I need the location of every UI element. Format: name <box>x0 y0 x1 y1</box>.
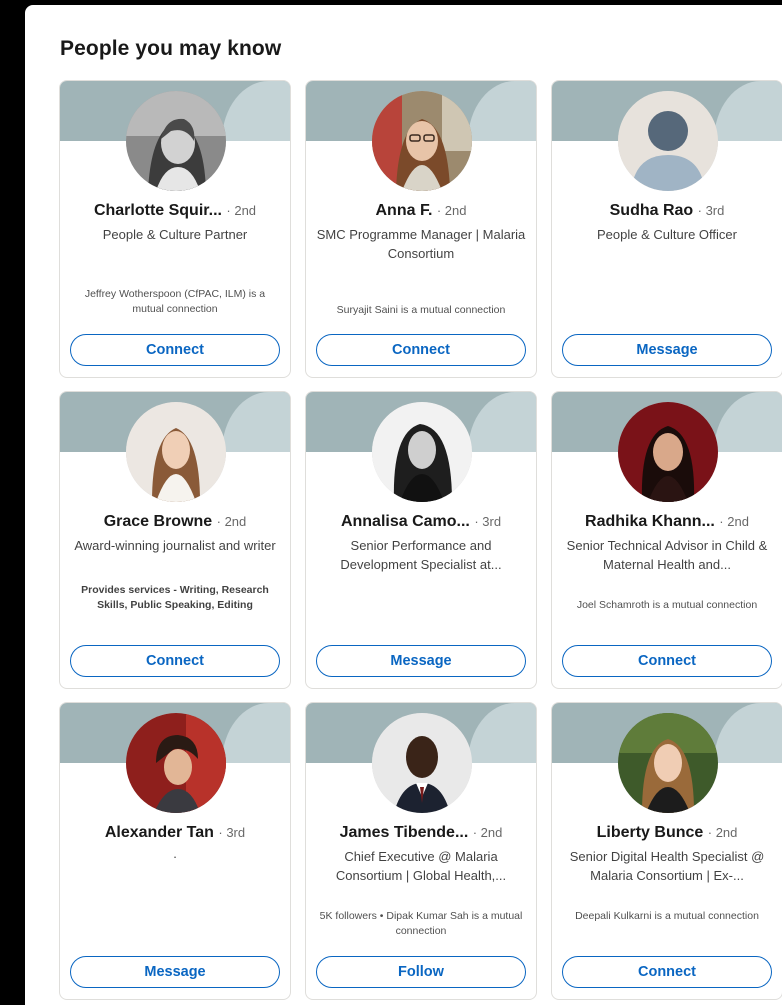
mutual-connection-insight: Deepali Kulkarni is a mutual connection <box>575 910 759 922</box>
person-card[interactable]: Anna F. · 2nd SMC Programme Manager | Ma… <box>305 80 537 378</box>
person-name-line[interactable]: Annalisa Camo... · 3rd <box>312 513 530 531</box>
person-headline: SMC Programme Manager | Malaria Consorti… <box>316 227 526 261</box>
connect-button[interactable]: Connect <box>562 645 772 677</box>
section-title: People you may know <box>60 37 282 60</box>
person-headline: Senior Performance and Development Speci… <box>340 538 502 572</box>
person-name-line[interactable]: Anna F. · 2nd <box>312 202 530 220</box>
person-name[interactable]: Sudha Rao <box>610 202 694 219</box>
connect-button[interactable]: Connect <box>70 645 280 677</box>
person-card[interactable]: Annalisa Camo... · 3rd Senior Performanc… <box>305 391 537 689</box>
connection-degree: · 2nd <box>707 825 738 840</box>
person-card[interactable]: Sudha Rao · 3rd People & Culture Officer… <box>551 80 782 378</box>
person-card[interactable]: Grace Browne · 2nd Award-winning journal… <box>59 391 291 689</box>
message-button[interactable]: Message <box>70 956 280 988</box>
person-headline: Senior Digital Health Specialist @ Malar… <box>569 849 765 883</box>
connection-degree: · 3rd <box>474 514 502 529</box>
person-name[interactable]: Alexander Tan <box>105 824 214 841</box>
person-name-line[interactable]: Grace Browne · 2nd <box>66 513 284 531</box>
person-name-line[interactable]: Alexander Tan · 3rd <box>66 824 284 842</box>
person-headline: · <box>172 849 178 864</box>
connection-degree: · 3rd <box>218 825 246 840</box>
person-name[interactable]: Annalisa Camo... <box>341 513 470 530</box>
services-insight: Provides services - Writing, Research Sk… <box>81 584 269 611</box>
mutual-connection-insight: Joel Schamroth is a mutual connection <box>576 599 758 611</box>
person-headline: Senior Technical Advisor in Child & Mate… <box>566 538 768 572</box>
followers-insight: 5K followers • Dipak Kumar Sah is a mutu… <box>319 910 523 937</box>
connection-degree: · 3rd <box>697 203 725 218</box>
person-name[interactable]: Grace Browne <box>104 513 212 530</box>
person-name[interactable]: Charlotte Squir... <box>94 202 222 219</box>
person-card[interactable]: Liberty Bunce · 2nd Senior Digital Healt… <box>551 702 782 1000</box>
message-button[interactable]: Message <box>562 334 772 366</box>
person-card[interactable]: Alexander Tan · 3rd · Message <box>59 702 291 1000</box>
follow-button[interactable]: Follow <box>316 956 526 988</box>
avatar[interactable] <box>126 402 226 502</box>
person-headline: Chief Executive @ Malaria Consortium | G… <box>335 849 507 883</box>
mutual-connection-insight: Suryajit Saini is a mutual connection <box>336 304 506 316</box>
person-name[interactable]: Liberty Bunce <box>597 824 704 841</box>
person-name[interactable]: James Tibende... <box>340 824 469 841</box>
message-button[interactable]: Message <box>316 645 526 677</box>
person-card[interactable]: James Tibende... · 2nd Chief Executive @… <box>305 702 537 1000</box>
person-name[interactable]: Radhika Khann... <box>585 513 715 530</box>
avatar[interactable] <box>372 713 472 813</box>
person-headline: People & Culture Partner <box>102 227 248 242</box>
connect-button[interactable]: Connect <box>562 956 772 988</box>
avatar[interactable] <box>372 402 472 502</box>
connection-degree: · 2nd <box>719 514 749 529</box>
connection-degree: · 2nd <box>472 825 503 840</box>
person-name-line[interactable]: Sudha Rao · 3rd <box>558 202 776 220</box>
person-card[interactable]: Radhika Khann... · 2nd Senior Technical … <box>551 391 782 689</box>
connection-degree: · 2nd <box>216 514 247 529</box>
mutual-connection-insight: Jeffrey Wotherspoon (CfPAC, ILM) is a mu… <box>84 288 266 315</box>
avatar[interactable] <box>126 713 226 813</box>
person-name-line[interactable]: James Tibende... · 2nd <box>312 824 530 842</box>
connect-button[interactable]: Connect <box>70 334 280 366</box>
avatar[interactable] <box>618 713 718 813</box>
person-name-line[interactable]: Radhika Khann... · 2nd <box>558 513 776 531</box>
avatar[interactable] <box>126 91 226 191</box>
people-you-may-know-panel: People you may know Charlotte Squir... ·… <box>25 5 782 1005</box>
person-card[interactable]: Charlotte Squir... · 2nd People & Cultur… <box>59 80 291 378</box>
person-name[interactable]: Anna F. <box>376 202 433 219</box>
person-name-line[interactable]: Liberty Bunce · 2nd <box>558 824 776 842</box>
avatar[interactable] <box>618 91 718 191</box>
person-headline: Award-winning journalist and writer <box>74 538 276 553</box>
person-name-line[interactable]: Charlotte Squir... · 2nd <box>66 202 284 220</box>
connection-degree: · 2nd <box>436 203 467 218</box>
person-headline: People & Culture Officer <box>597 227 737 242</box>
avatar[interactable] <box>618 402 718 502</box>
connect-button[interactable]: Connect <box>316 334 526 366</box>
connection-degree: · 2nd <box>226 203 257 218</box>
avatar[interactable] <box>372 91 472 191</box>
